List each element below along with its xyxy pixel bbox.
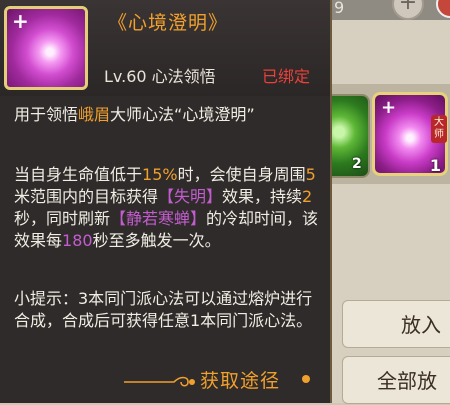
desc-tip: 小提示：3本同门派心法可以通过熔炉进行合成，合成后可获得任意1本同门派心法。 xyxy=(14,289,313,330)
item-icon: + xyxy=(4,6,88,90)
slot-pink-count: 1 xyxy=(429,156,441,175)
put-in-button[interactable]: 放入 xyxy=(342,300,450,348)
plus-icon: + xyxy=(12,9,29,33)
slot-green-count: 2 xyxy=(352,156,362,172)
inventory-top-strip xyxy=(330,0,450,20)
plus-icon: + xyxy=(381,97,397,118)
get-source-link[interactable]: 获取途径 xyxy=(200,366,280,393)
master-tag-badge: 大师 xyxy=(431,115,447,143)
top-count: 9 xyxy=(334,0,345,17)
bound-status: 已绑定 xyxy=(262,67,311,86)
item-name: 《心境澄明》 xyxy=(108,12,229,34)
inventory-slot-pink-item[interactable]: + 大师 1 xyxy=(372,92,448,176)
desc-effect: 当自身生命值低于15%时，会使自身周围5米范围内的目标获得【失明】效果，持续2秒… xyxy=(14,165,319,250)
ornament-dot-icon xyxy=(302,375,310,383)
item-tooltip: + 《心境澄明》 Lv.60 心法领悟 已绑定 用于领悟峨眉大师心法“心境澄明”… xyxy=(0,0,332,403)
ornament-swirl-icon xyxy=(124,376,195,387)
item-level: Lv.60 心法领悟 xyxy=(104,67,216,86)
desc-intro: 用于领悟峨眉大师心法“心境澄明” xyxy=(14,105,255,124)
put-all-button[interactable]: 全部放 xyxy=(342,356,450,404)
